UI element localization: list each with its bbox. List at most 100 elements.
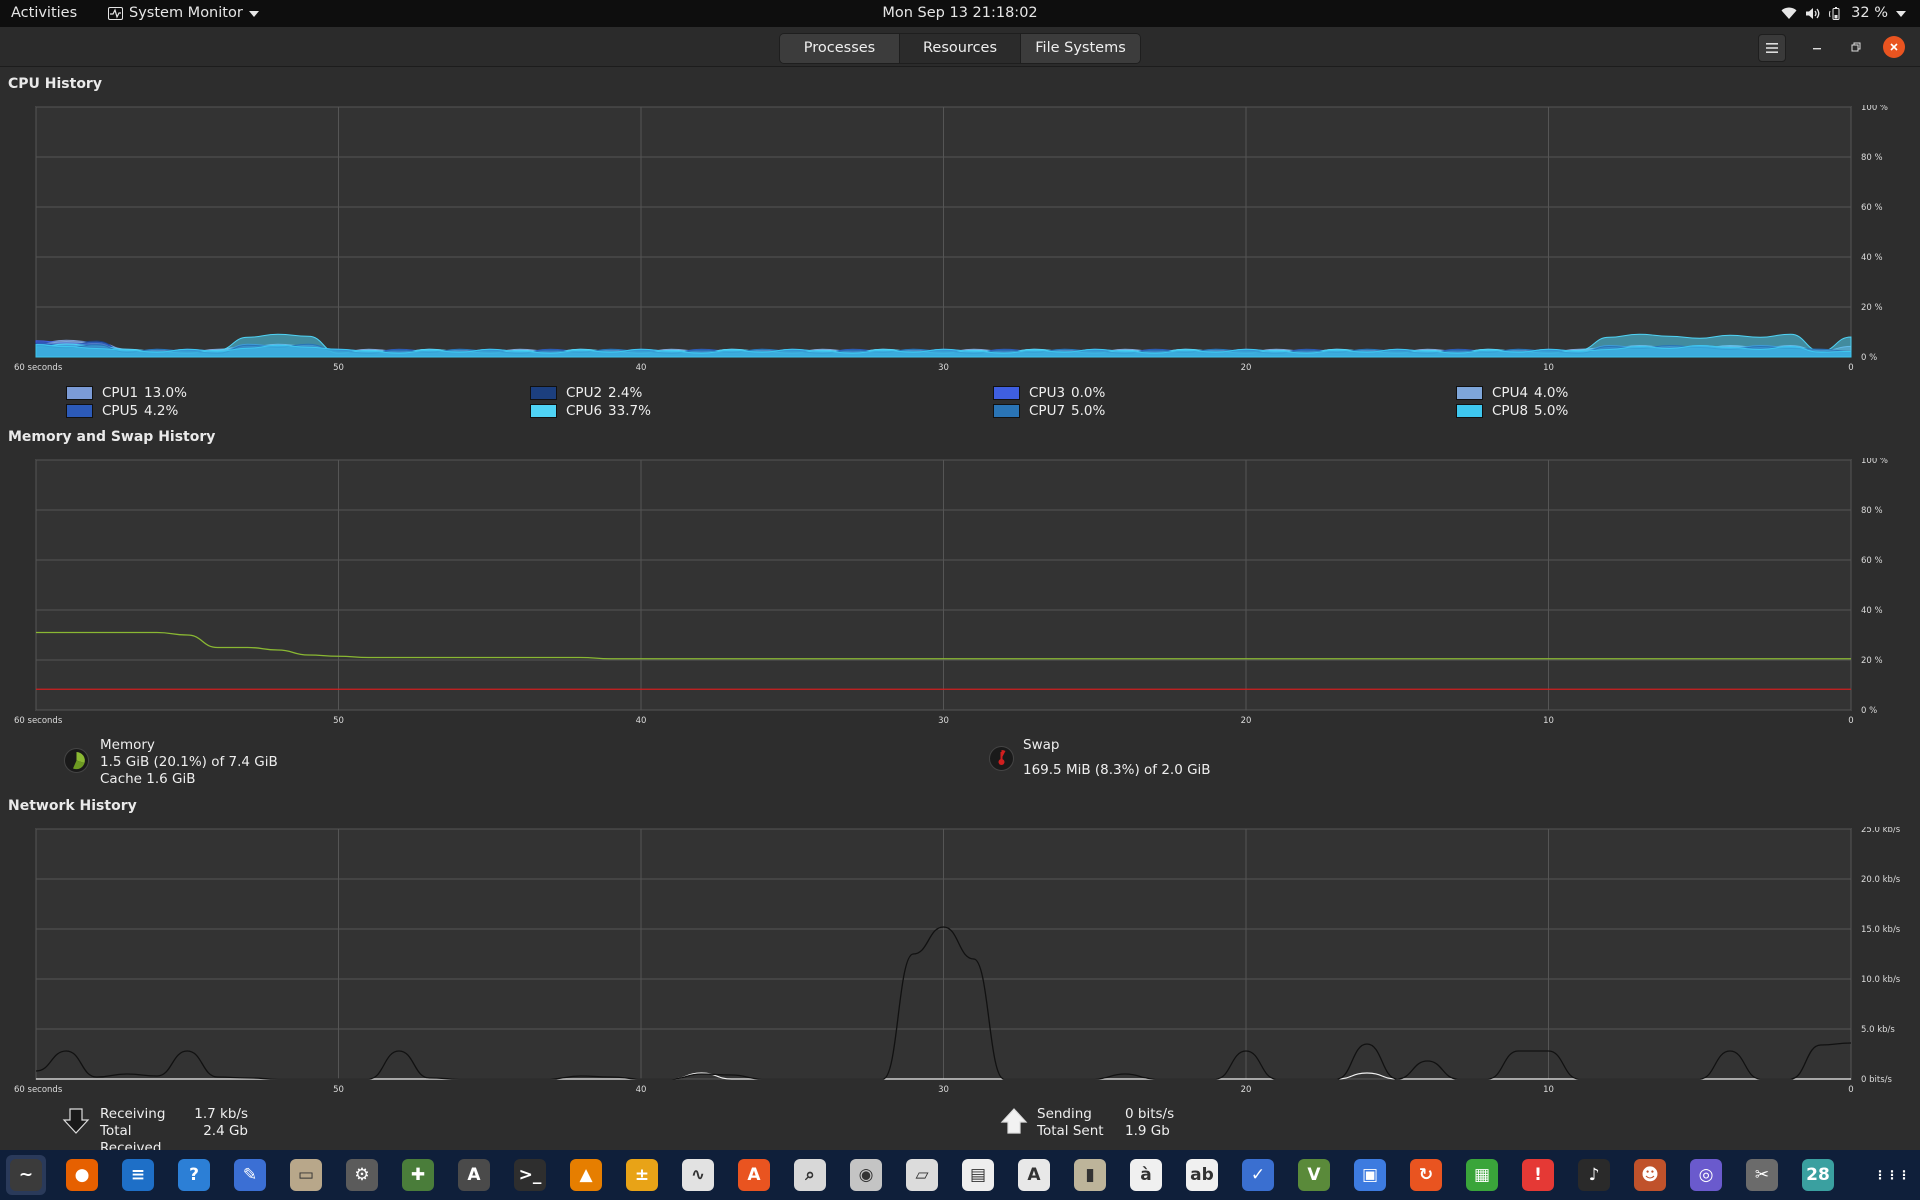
- tab-resources[interactable]: Resources: [900, 34, 1021, 63]
- cpu-name: CPU2: [566, 385, 603, 401]
- network-x-tick: 30: [938, 1085, 949, 1095]
- dock-item-music[interactable]: ♪: [1574, 1155, 1614, 1195]
- updater-icon: ↻: [1410, 1159, 1442, 1191]
- network-y-tick: 10.0 kb/s: [1861, 975, 1901, 985]
- memory-x-tick: 30: [938, 716, 949, 726]
- cpu-value: 4.2%: [144, 403, 179, 419]
- memory-x-tick: 50: [333, 716, 344, 726]
- hamburger-menu-button[interactable]: [1758, 34, 1786, 62]
- cpu-color-swatch[interactable]: [530, 404, 557, 418]
- cpu-y-tick: 80 %: [1861, 153, 1883, 163]
- close-button[interactable]: [1883, 36, 1905, 58]
- dock-item-calendar[interactable]: 28: [1798, 1155, 1838, 1195]
- dock-item-activity-monitor[interactable]: ∿: [678, 1155, 718, 1195]
- network-x-tick: 40: [636, 1085, 647, 1095]
- activities-button[interactable]: Activities: [11, 0, 77, 27]
- cpu-y-tick: 0 %: [1861, 353, 1877, 363]
- dock-item-image-viewer[interactable]: ⌕: [790, 1155, 830, 1195]
- cpu-color-swatch[interactable]: [66, 386, 93, 400]
- dock-item-camera[interactable]: ◎: [1686, 1155, 1726, 1195]
- cpu-color-swatch[interactable]: [993, 386, 1020, 400]
- dock-item-files[interactable]: ▭: [286, 1155, 326, 1195]
- dock-item-updater[interactable]: ↻: [1406, 1155, 1446, 1195]
- cpu-legend-item-cpu1: CPU1 13.0%: [66, 385, 187, 401]
- dock-item-disk-usage[interactable]: ◉: [846, 1155, 886, 1195]
- cpu-name: CPU8: [1492, 403, 1529, 419]
- minimize-button[interactable]: [1804, 34, 1830, 60]
- memory-y-tick: 100 %: [1861, 458, 1888, 466]
- cpu-value: 33.7%: [608, 403, 651, 419]
- software-center-icon: A: [458, 1159, 490, 1191]
- app-menu-button[interactable]: System Monitor: [108, 0, 259, 27]
- dock-item-writer[interactable]: ≡: [118, 1155, 158, 1195]
- dock-item-calculator[interactable]: ±: [622, 1155, 662, 1195]
- cpu-name: CPU4: [1492, 385, 1529, 401]
- dock-item-spreadsheet[interactable]: ▦: [1462, 1155, 1502, 1195]
- cpu-color-swatch[interactable]: [530, 386, 557, 400]
- dock-item-pdf-viewer[interactable]: A: [1014, 1155, 1054, 1195]
- sending-icon[interactable]: [1000, 1107, 1028, 1139]
- tab-processes[interactable]: Processes: [780, 34, 900, 63]
- clock[interactable]: Mon Sep 13 21:18:02: [882, 5, 1037, 21]
- help-icon: ?: [178, 1159, 210, 1191]
- cpu-color-swatch[interactable]: [1456, 404, 1483, 418]
- dock-item-fonts[interactable]: ab: [1182, 1155, 1222, 1195]
- memory-x-tick: 0: [1848, 716, 1853, 726]
- cpu-color-swatch[interactable]: [1456, 386, 1483, 400]
- chevron-down-icon: [248, 10, 259, 17]
- cpu-value: 2.4%: [608, 385, 643, 401]
- cpu-color-swatch[interactable]: [993, 404, 1020, 418]
- memory-x-tick: 40: [636, 716, 647, 726]
- clock-container: Mon Sep 13 21:18:02: [0, 0, 1920, 27]
- memory-x-tick: 60 seconds: [14, 716, 63, 726]
- cpu-name: CPU6: [566, 403, 603, 419]
- dock-item-document-scanner[interactable]: ▱: [902, 1155, 942, 1195]
- memory-y-tick: 80 %: [1861, 506, 1883, 516]
- hamburger-icon: [1766, 43, 1778, 53]
- dock-item-character-map[interactable]: à: [1126, 1155, 1166, 1195]
- calculator-icon: ±: [626, 1159, 658, 1191]
- dock-item-software-center[interactable]: A: [454, 1155, 494, 1195]
- receiving-icon[interactable]: [62, 1107, 90, 1139]
- cpu-legend-item-cpu5: CPU5 4.2%: [66, 403, 178, 419]
- network-history-graph: 25.0 kb/s 20.0 kb/s 15.0 kb/s 10.0 kb/s 5.0 …: [0, 827, 1920, 1099]
- tab-file-systems[interactable]: File Systems: [1021, 34, 1140, 63]
- dock-item-text-editor[interactable]: ✎: [230, 1155, 270, 1195]
- camera-icon: ◎: [1690, 1159, 1722, 1191]
- dock-item-todo[interactable]: ✓: [1238, 1155, 1278, 1195]
- maximize-button[interactable]: [1843, 34, 1869, 60]
- swap-pie-icon[interactable]: [989, 746, 1014, 771]
- dock-item-settings[interactable]: ⚙: [342, 1155, 382, 1195]
- dock-item-firefox[interactable]: ●: [62, 1155, 102, 1195]
- dock-item-certificates[interactable]: ▤: [958, 1155, 998, 1195]
- alert-icon: !: [1522, 1159, 1554, 1191]
- dock-item-vlc[interactable]: ▲: [566, 1155, 606, 1195]
- dock-item-terminal[interactable]: >_: [510, 1155, 550, 1195]
- cpu-x-tick: 30: [938, 363, 949, 373]
- dock-item-app-store[interactable]: A: [734, 1155, 774, 1195]
- dock-item-extensions[interactable]: ✚: [398, 1155, 438, 1195]
- dock-item-vim[interactable]: V: [1294, 1155, 1334, 1195]
- sending-label: Sending: [1037, 1106, 1092, 1122]
- screenshot-icon: ▣: [1354, 1159, 1386, 1191]
- header-bar: Processes Resources File Systems: [0, 27, 1920, 67]
- receiving-label: Receiving: [100, 1106, 166, 1122]
- cpu-value: 5.0%: [1071, 403, 1106, 419]
- network-x-tick: 0: [1848, 1085, 1853, 1095]
- dock-item-system-monitor[interactable]: ~: [6, 1155, 46, 1195]
- dock-item-alert[interactable]: !: [1518, 1155, 1558, 1195]
- system-tray[interactable]: 32 %: [1781, 0, 1906, 27]
- dock-item-screenshot[interactable]: ▣: [1350, 1155, 1390, 1195]
- vim-icon: V: [1298, 1159, 1330, 1191]
- dock-item-game[interactable]: ☻: [1630, 1155, 1670, 1195]
- dock-item-help[interactable]: ?: [174, 1155, 214, 1195]
- image-viewer-icon: ⌕: [794, 1159, 826, 1191]
- dock-item-archive-manager[interactable]: ▮: [1070, 1155, 1110, 1195]
- cpu-color-swatch[interactable]: [66, 404, 93, 418]
- app-name: System Monitor: [129, 5, 243, 21]
- memory-y-tick: 40 %: [1861, 606, 1883, 616]
- dock-item-gimp[interactable]: ✂: [1742, 1155, 1782, 1195]
- memory-pie-icon[interactable]: [64, 748, 89, 773]
- dock-item-show-apps[interactable]: ⋮⋮⋮: [1872, 1155, 1912, 1195]
- memory-x-tick: 20: [1241, 716, 1252, 726]
